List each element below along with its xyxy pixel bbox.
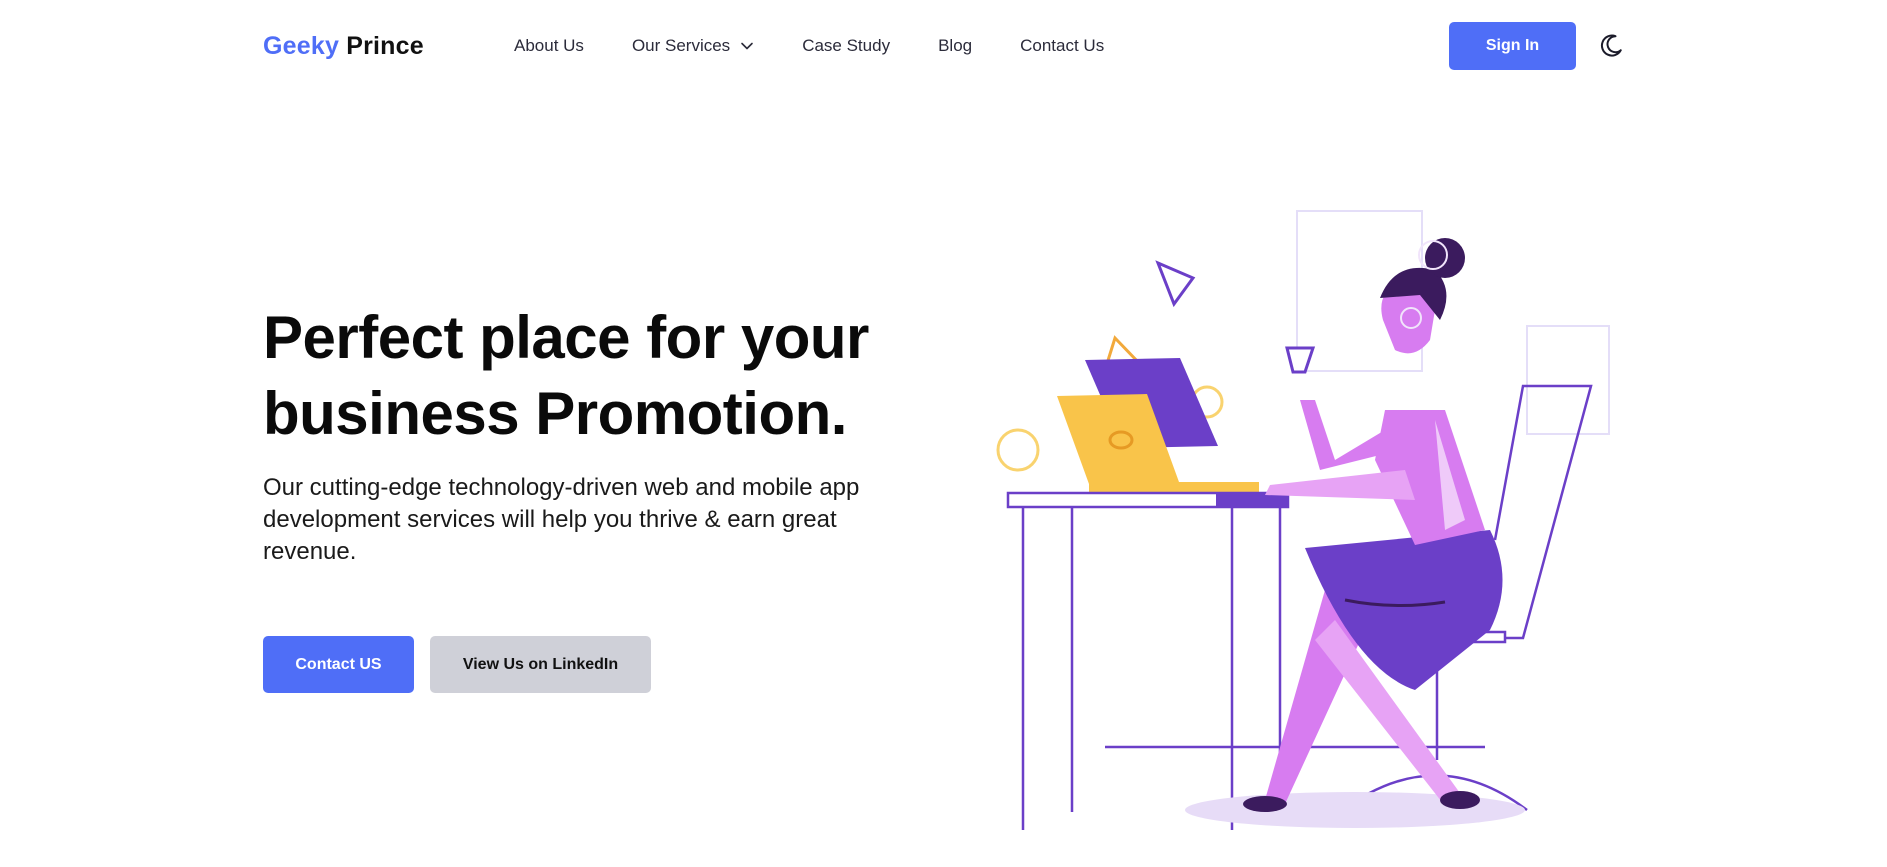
nav-contact-us-label: Contact Us	[1020, 36, 1105, 55]
nav-about-us[interactable]: About Us	[514, 36, 584, 56]
nav-blog-label: Blog	[938, 36, 973, 55]
hero-illustration	[996, 210, 1610, 830]
moon-icon[interactable]	[1598, 33, 1624, 59]
nav-our-services[interactable]: Our Services	[632, 36, 754, 56]
nav-blog[interactable]: Blog	[938, 36, 972, 56]
main-menu: About Us Our Services Case Study Blog Co…	[514, 36, 1152, 56]
contact-us-button[interactable]: Contact US	[263, 636, 414, 693]
nav-about-us-label: About Us	[514, 36, 584, 55]
sign-in-button[interactable]: Sign In	[1449, 22, 1576, 70]
view-linkedin-button[interactable]: View Us on LinkedIn	[430, 636, 651, 693]
brand-second-word: Prince	[346, 32, 424, 60]
nav-case-study[interactable]: Case Study	[802, 36, 890, 56]
nav-our-services-label: Our Services	[631, 36, 731, 55]
brand-first-word: Geeky	[263, 32, 340, 60]
hero-title: Perfect place for your business Promotio…	[263, 304, 869, 447]
nav-case-study-label: Case Study	[802, 36, 891, 55]
brand-logo[interactable]: Geeky Prince	[263, 32, 424, 61]
chevron-down-icon	[741, 42, 753, 50]
hero-subtitle: Our cutting-edge technology-driven web a…	[263, 474, 860, 565]
nav-contact-us[interactable]: Contact Us	[1020, 36, 1104, 56]
top-navbar: Geeky Prince About Us Our Services Case …	[0, 0, 1887, 92]
